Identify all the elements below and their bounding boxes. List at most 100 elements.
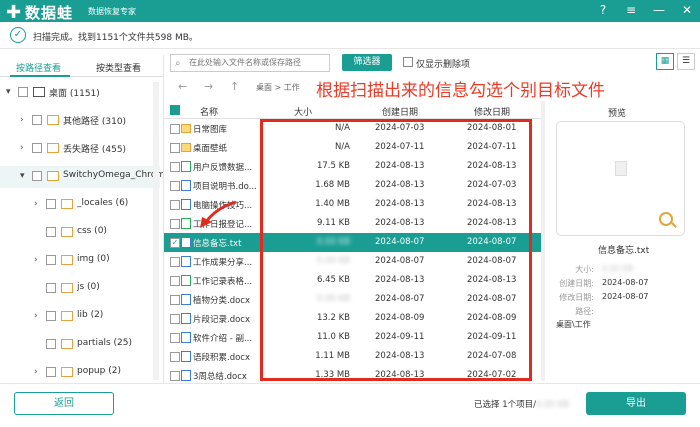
tree-checkbox[interactable] <box>46 255 56 265</box>
back-arrow-icon[interactable]: ← <box>178 80 187 93</box>
tree-node-label: lib (2) <box>77 310 104 320</box>
column-created[interactable]: 创建日期 <box>382 105 418 118</box>
preview-created-label: 创建日期: <box>559 279 594 288</box>
tree-node[interactable]: js (0) <box>0 278 160 300</box>
column-name[interactable]: 名称 <box>200 105 218 118</box>
table-header: 名称 大小 创建日期 修改日期 <box>164 101 542 119</box>
tree-node[interactable]: › popup (2) <box>0 362 160 382</box>
logo-plus-icon: ✚ <box>6 2 23 23</box>
row-checkbox[interactable] <box>170 181 180 191</box>
file-icon <box>181 332 191 343</box>
column-size[interactable]: 大小 <box>294 105 312 118</box>
expand-arrow-icon[interactable]: › <box>34 367 42 377</box>
file-icon <box>181 180 191 191</box>
preview-path-value: 桌面\工作 <box>556 320 591 329</box>
row-checkbox[interactable]: ✓ <box>170 238 180 248</box>
preview-filename: 信息备忘.txt <box>598 246 650 256</box>
select-all-checkbox[interactable] <box>170 105 180 115</box>
expand-arrow-icon[interactable]: ▾ <box>20 171 28 181</box>
search-icon: ⌕ <box>175 58 181 69</box>
row-checkbox[interactable] <box>170 352 180 362</box>
row-checkbox[interactable] <box>170 124 180 134</box>
tree-checkbox[interactable] <box>46 283 56 293</box>
export-button[interactable]: 导出 <box>586 392 686 415</box>
tree-checkbox[interactable] <box>46 199 56 209</box>
zoom-icon[interactable] <box>659 212 673 226</box>
tree-node-label: 桌面 (1151) <box>49 89 100 99</box>
scan-status-bar: ✓ 扫描完成。找到1151个文件共598 MB。 <box>0 22 700 49</box>
folder-icon <box>47 115 59 125</box>
tree-checkbox[interactable] <box>46 339 56 349</box>
row-checkbox[interactable] <box>170 143 180 153</box>
tree-node[interactable]: › lib (2) <box>0 306 160 328</box>
file-icon <box>181 161 191 172</box>
forward-arrow-icon[interactable]: → <box>204 80 213 93</box>
column-modified[interactable]: 修改日期 <box>474 105 510 118</box>
tree-node[interactable]: partials (25) <box>0 334 160 356</box>
expand-arrow-icon[interactable]: › <box>34 311 42 321</box>
selection-size: 0.00 KB <box>535 400 570 410</box>
tree-checkbox[interactable] <box>32 115 42 125</box>
filter-button[interactable]: 筛选器 <box>342 54 392 71</box>
expand-arrow-icon[interactable]: › <box>20 115 28 125</box>
table-scrollbar[interactable] <box>541 101 545 381</box>
tree-node[interactable]: › 其他路径 (310) <box>0 110 160 132</box>
file-icon <box>181 218 191 229</box>
grid-view-icon[interactable]: ▦ <box>656 53 674 70</box>
file-icon <box>181 351 191 362</box>
row-checkbox[interactable] <box>170 219 180 229</box>
row-checkbox[interactable] <box>170 276 180 286</box>
tab-by-type[interactable]: 按类型查看 <box>96 61 141 74</box>
row-checkbox[interactable] <box>170 314 180 324</box>
close-icon[interactable]: ✕ <box>680 2 694 19</box>
minimize-icon[interactable]: — <box>652 2 666 19</box>
back-button[interactable]: 返回 <box>14 392 114 415</box>
up-arrow-icon[interactable]: ↑ <box>230 80 239 93</box>
row-checkbox[interactable] <box>170 257 180 267</box>
folder-tree: ▾ 桌面 (1151) › 其他路径 (310) › 丢失路径 (455) ▾ Switchy… <box>0 82 163 382</box>
help-icon[interactable]: ? <box>596 2 610 19</box>
row-checkbox[interactable] <box>170 333 180 343</box>
active-tab-underline <box>10 75 70 77</box>
deleted-only-checkbox[interactable] <box>403 57 413 67</box>
tree-node-label: SwitchyOmega_Chrom <box>63 170 163 180</box>
preview-pane <box>556 121 685 236</box>
folder-icon <box>61 255 73 265</box>
breadcrumb: 桌面 > 工作 <box>256 83 300 92</box>
menu-icon[interactable]: ≡ <box>624 2 638 19</box>
selection-info: 已选择 1个项目/0.00 KB <box>474 398 569 410</box>
file-icon <box>181 313 191 324</box>
tree-checkbox[interactable] <box>46 367 56 377</box>
document-icon <box>615 161 627 176</box>
tree-checkbox[interactable] <box>32 143 42 153</box>
tree-checkbox[interactable] <box>18 87 28 97</box>
row-checkbox[interactable] <box>170 200 180 210</box>
tree-scrollbar[interactable] <box>153 82 159 380</box>
tree-node[interactable]: css (0) <box>0 222 160 244</box>
tree-node[interactable]: › 丢失路径 (455) <box>0 138 160 160</box>
tree-checkbox[interactable] <box>46 227 56 237</box>
red-pointer-arrow-icon <box>200 200 237 228</box>
row-checkbox[interactable] <box>170 162 180 172</box>
tree-node[interactable]: › _locales (6) <box>0 194 160 216</box>
tree-checkbox[interactable] <box>46 311 56 321</box>
expand-arrow-icon[interactable]: › <box>34 255 42 265</box>
tree-node[interactable]: ▾ 桌面 (1151) <box>0 82 160 104</box>
folder-icon <box>61 199 73 209</box>
tree-node-label: img (0) <box>77 254 110 264</box>
folder-icon <box>181 143 191 152</box>
expand-arrow-icon[interactable]: › <box>20 143 28 153</box>
expand-arrow-icon[interactable]: › <box>34 199 42 209</box>
expand-arrow-icon[interactable]: ▾ <box>6 87 14 97</box>
tree-node-label: _locales (6) <box>77 198 129 208</box>
list-view-icon[interactable]: ☰ <box>677 53 695 70</box>
row-checkbox[interactable] <box>170 371 180 381</box>
preview-size-value: 0.00 KB <box>602 264 634 273</box>
tab-by-path[interactable]: 按路径查看 <box>16 61 61 74</box>
tree-node[interactable]: ▾ SwitchyOmega_Chrom <box>0 166 163 188</box>
row-checkbox[interactable] <box>170 295 180 305</box>
scan-status-text: 扫描完成。找到1151个文件共598 MB。 <box>33 33 198 43</box>
tree-checkbox[interactable] <box>32 171 42 181</box>
tree-node[interactable]: › img (0) <box>0 250 160 272</box>
search-input[interactable] <box>189 55 327 70</box>
